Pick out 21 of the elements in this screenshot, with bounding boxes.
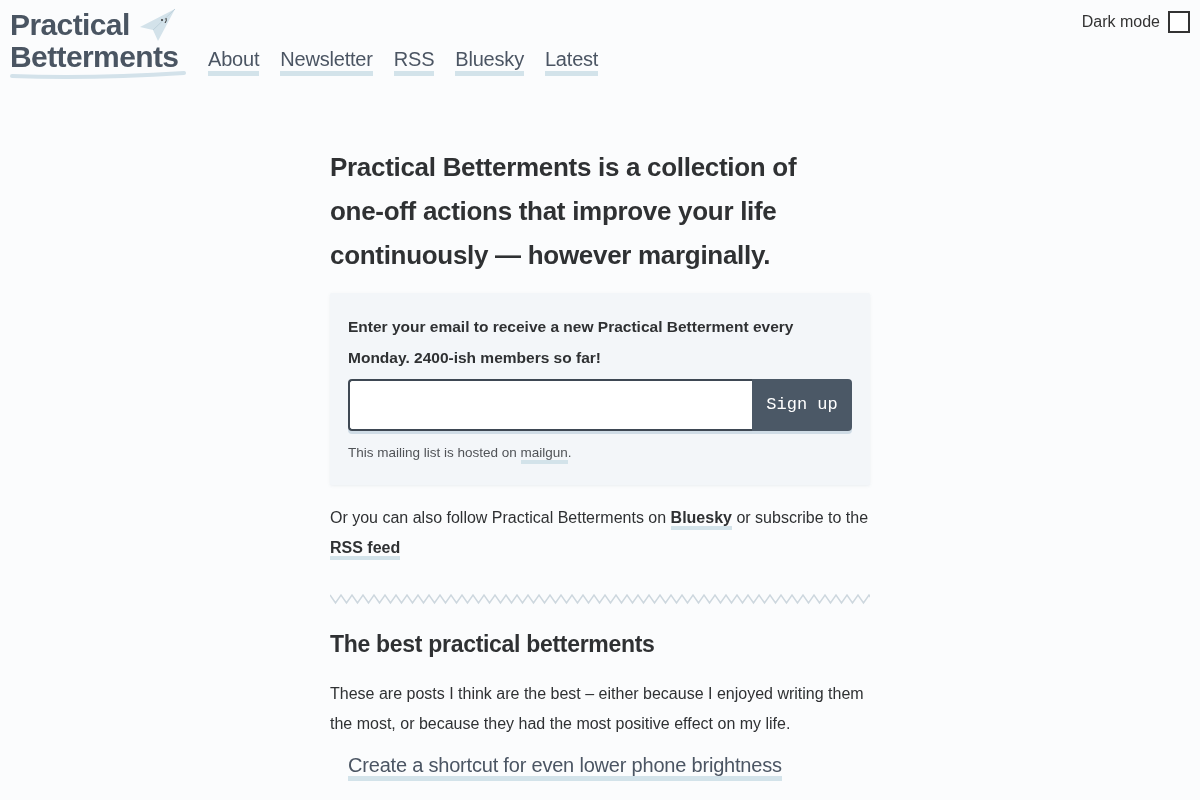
post-link[interactable]: Create a shortcut for even lower phone brightness bbox=[348, 753, 782, 781]
text-link[interactable]: RSS feed bbox=[330, 539, 401, 561]
logo-text[interactable]: Practical bbox=[10, 10, 130, 41]
nav-link[interactable]: RSS bbox=[393, 47, 435, 76]
text-link[interactable]: mailgun bbox=[520, 444, 568, 464]
nav-link[interactable]: Newsletter bbox=[280, 47, 373, 76]
nav-link[interactable]: Latest bbox=[544, 47, 599, 76]
headline: Practical Betterments is a collection of one-off actions that improve your life continuously — however marginally. bbox=[330, 150, 798, 272]
follow-text: Or you can also follow Practical Betterments on Bluesky or subscribe to the RSS feed bbox=[330, 503, 870, 564]
logo-text[interactable]: Betterments bbox=[10, 42, 186, 73]
nav-link[interactable]: Bluesky bbox=[455, 47, 524, 76]
nav-link[interactable]: About bbox=[208, 47, 260, 76]
dark-mode-checkbox[interactable] bbox=[1168, 11, 1190, 33]
dark-mode-label: Dark mode bbox=[1081, 12, 1160, 32]
sign-up-button[interactable]: Sign up bbox=[752, 378, 852, 431]
text-link[interactable]: Bluesky bbox=[670, 509, 732, 531]
hosting-note: This mailing list is hosted on mailgun. bbox=[348, 442, 852, 464]
section-title: The best practical betterments bbox=[330, 631, 656, 659]
email-field[interactable] bbox=[348, 378, 752, 431]
section-intro: These are posts I think are the best – either because I enjoyed writing them the most, or because they had the most positive effect on my life. bbox=[330, 683, 865, 734]
signup-prompt: Enter your email to receive a new Practical Betterment every Monday. 2400-ish members so far! bbox=[348, 316, 795, 368]
